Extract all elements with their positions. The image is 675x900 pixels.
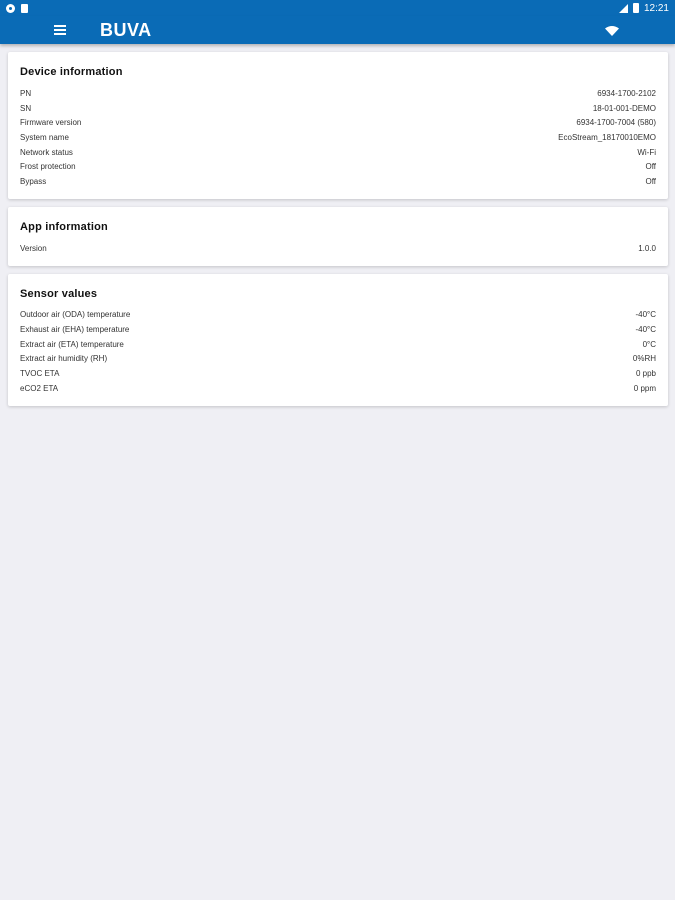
- row-label: eCO2 ETA: [20, 383, 59, 393]
- status-bar-right: 12:21: [618, 2, 669, 14]
- app-information-title: App information: [20, 220, 108, 233]
- row-label: Bypass: [20, 176, 47, 186]
- info-row: Bypass Off: [20, 174, 656, 189]
- row-value: 0 ppm: [633, 383, 656, 393]
- info-row: Frost protection Off: [20, 159, 656, 174]
- info-row: PN 6934-1700-2102: [20, 86, 656, 101]
- settings-icon: [6, 3, 15, 13]
- device-information-card: Device information PN 6934-1700-2102 SN …: [8, 52, 668, 199]
- row-value: Off: [645, 176, 656, 186]
- row-label: Extract air humidity (RH): [20, 354, 108, 364]
- sensor-row: Extract air humidity (RH) 0%RH: [20, 352, 656, 367]
- row-label: Exhaust air (EHA) temperature: [20, 325, 130, 335]
- row-value: EcoStream_18170010EMO: [558, 132, 656, 142]
- status-time: 12:21: [643, 2, 669, 14]
- battery-icon: [632, 3, 639, 13]
- sensor-row: TVOC ETA 0 ppb: [20, 366, 656, 381]
- row-value: Wi-Fi: [637, 147, 656, 157]
- row-value: -40°C: [635, 310, 656, 320]
- sensor-values-title: Sensor values: [20, 287, 98, 300]
- info-row: Version 1.0.0: [20, 241, 656, 256]
- row-label: System name: [20, 132, 69, 142]
- info-row: System name EcoStream_18170010EMO: [20, 130, 656, 145]
- row-label: TVOC ETA: [20, 369, 60, 379]
- wifi-icon[interactable]: [604, 25, 620, 37]
- info-row: Network status Wi-Fi: [20, 145, 656, 160]
- info-row: SN 18-01-001-DEMO: [20, 101, 656, 116]
- sensor-values-card: Sensor values Outdoor air (ODA) temperat…: [8, 273, 668, 406]
- sensor-row: Exhaust air (EHA) temperature -40°C: [20, 322, 656, 337]
- row-label: Version: [20, 243, 47, 253]
- app-information-card: App information Version 1.0.0: [8, 206, 668, 266]
- row-label: SN: [20, 103, 32, 113]
- row-value: -40°C: [635, 325, 656, 335]
- sd-card-icon: [21, 3, 28, 13]
- row-value: 6934-1700-2102: [597, 88, 656, 98]
- device-information-title: Device information: [20, 66, 123, 78]
- status-bar-left: [6, 3, 28, 13]
- main-content: Device information PN 6934-1700-2102 SN …: [8, 52, 668, 414]
- sensor-row: Outdoor air (ODA) temperature -40°C: [20, 308, 656, 323]
- row-label: PN: [20, 88, 32, 98]
- row-label: Network status: [20, 147, 73, 157]
- row-value: 6934-1700-7004 (580): [576, 118, 656, 128]
- status-bar: 12:21: [0, 0, 675, 16]
- sensor-row: Extract air (ETA) temperature 0°C: [20, 337, 656, 352]
- signal-icon: [618, 3, 628, 13]
- row-value: 18-01-001-DEMO: [592, 103, 656, 113]
- info-row: Firmware version 6934-1700-7004 (580): [20, 115, 656, 130]
- row-value: 0 ppb: [635, 369, 656, 379]
- row-label: Firmware version: [20, 118, 82, 128]
- row-label: Outdoor air (ODA) temperature: [20, 310, 131, 320]
- row-value: 0°C: [642, 339, 656, 349]
- hamburger-menu-icon[interactable]: [54, 25, 66, 35]
- row-value: 1.0.0: [638, 243, 656, 253]
- sensor-row: eCO2 ETA 0 ppm: [20, 381, 656, 396]
- row-value: Off: [645, 162, 656, 172]
- row-label: Frost protection: [20, 162, 76, 172]
- app-bar: BUVA: [0, 16, 675, 44]
- app-logo: BUVA: [100, 20, 152, 40]
- row-label: Extract air (ETA) temperature: [20, 339, 124, 349]
- row-value: 0%RH: [632, 354, 656, 364]
